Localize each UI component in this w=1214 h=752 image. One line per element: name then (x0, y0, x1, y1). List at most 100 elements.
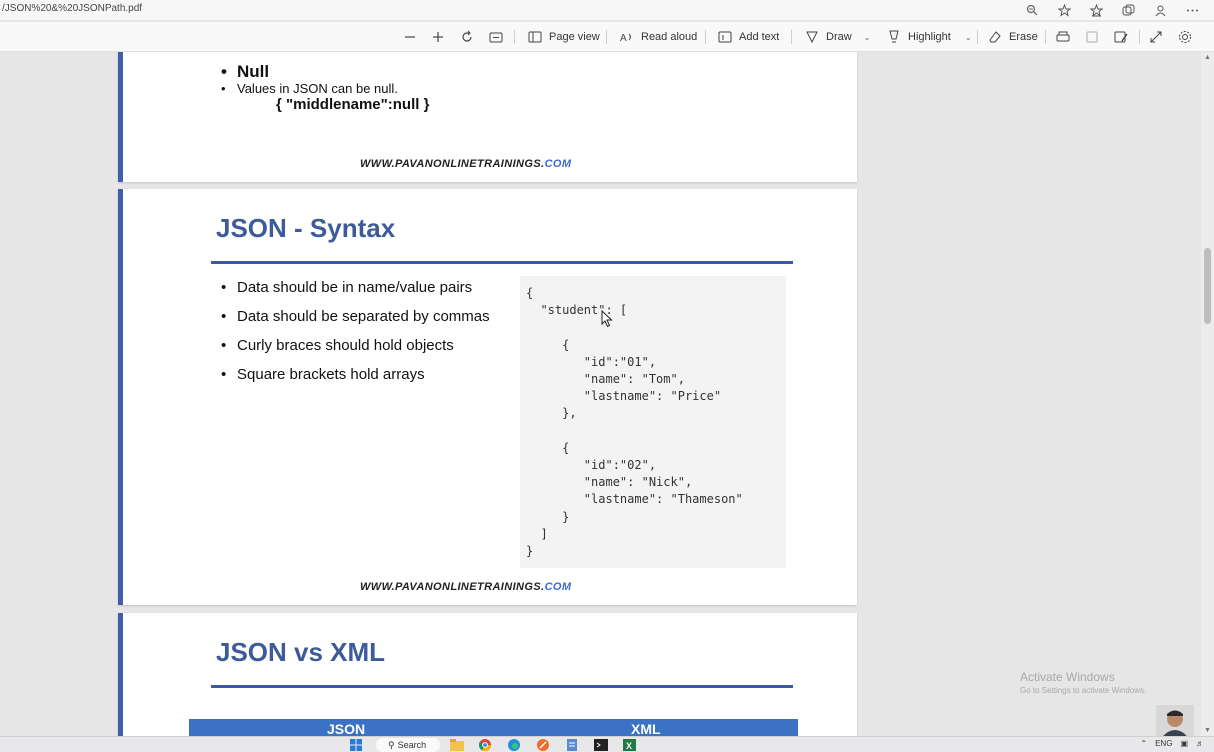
footer-com: COM (544, 581, 572, 593)
page-view-label: Page view (549, 31, 600, 43)
footer-com: COM (544, 158, 572, 170)
divider (977, 30, 978, 44)
scrollbar-thumb[interactable] (1204, 248, 1211, 324)
collections-icon[interactable] (1112, 1, 1144, 19)
expand-icon (1148, 29, 1164, 45)
save-as-icon (1113, 29, 1129, 45)
save-button[interactable] (1084, 22, 1100, 52)
windows-start-icon[interactable] (350, 739, 362, 751)
erase-label: Erase (1009, 31, 1038, 43)
edge-icon[interactable] (508, 739, 520, 751)
volume-icon[interactable]: ♬ (1196, 739, 1204, 748)
list-item: Square brackets hold arrays (221, 366, 425, 383)
minus-icon (402, 29, 418, 45)
chevron-down-icon[interactable]: ⌄ (864, 33, 871, 42)
add-text-label: Add text (739, 31, 780, 43)
slide-title: JSON vs XML (216, 637, 386, 667)
rotate-button[interactable] (459, 22, 475, 52)
gear-icon (1177, 29, 1193, 45)
divider (606, 30, 607, 44)
taskbar-search[interactable]: ⚲ Search (376, 738, 440, 752)
watermark-title: Activate Windows (1020, 670, 1115, 684)
divider (1139, 30, 1140, 44)
scroll-down-icon[interactable]: ▼ (1204, 727, 1211, 734)
fullscreen-button[interactable] (1148, 22, 1164, 52)
pdf-toolbar: Page view A Read aloud Add text Draw ⌄ Hig… (0, 22, 1214, 52)
zoom-icon[interactable] (1016, 1, 1048, 19)
highlight-button[interactable]: Highlight ⌄ (886, 22, 972, 52)
draw-label: Draw (826, 31, 852, 43)
pdf-page: JSON vs XML JSON XML (118, 613, 857, 738)
page-footer: WWW.PAVANONLINETRAININGS.COM (360, 581, 571, 593)
list-item: Data should be separated by commas (221, 308, 490, 325)
slide-title: JSON - Syntax (216, 213, 396, 243)
divider (1045, 30, 1046, 44)
file-explorer-icon[interactable] (450, 739, 464, 751)
save-as-button[interactable] (1113, 22, 1129, 52)
postman-icon[interactable] (537, 739, 549, 751)
language-indicator[interactable]: ENG (1155, 739, 1172, 748)
fit-page-icon (488, 29, 504, 45)
title-rule (211, 261, 793, 264)
watermark-subtitle: Go to Settings to activate Windows. (1020, 686, 1147, 695)
erase-button[interactable]: Erase (987, 22, 1038, 52)
add-text-button[interactable]: Add text (717, 22, 779, 52)
read-aloud-button[interactable]: A Read aloud (619, 22, 697, 52)
address-bar[interactable]: /JSON%20&%20JSONPath.pdf (0, 0, 1214, 20)
chevron-down-icon[interactable]: ⌄ (965, 33, 972, 42)
print-button[interactable] (1055, 22, 1071, 52)
taskbar: ⚲ Search X ⌃ ENG ▣ ♬ (0, 736, 1214, 752)
more-icon[interactable] (1176, 1, 1208, 19)
code-sample: { "student": [ { "id":"01", "name": "Tom… (520, 276, 786, 568)
list-item: Curly braces should hold objects (221, 337, 454, 354)
vertical-scrollbar[interactable]: ▲ ▼ (1201, 52, 1214, 736)
notepad-icon[interactable] (566, 739, 578, 751)
page-footer: WWW.PAVANONLINETRAININGS.COM (360, 158, 571, 170)
profile-icon[interactable] (1144, 1, 1176, 19)
mouse-cursor-icon (601, 310, 613, 328)
search-icon: ⚲ (388, 739, 395, 750)
fit-page-button[interactable] (488, 22, 504, 52)
settings-button[interactable] (1177, 22, 1193, 52)
read-aloud-label: Read aloud (641, 31, 698, 43)
draw-icon (804, 29, 820, 45)
plus-icon (430, 29, 446, 45)
pdf-page: JSON - Syntax Data should be in name/val… (118, 189, 857, 605)
divider (791, 30, 792, 44)
browser-actions (1016, 1, 1208, 19)
scroll-up-icon[interactable]: ▲ (1204, 54, 1211, 61)
url-text[interactable]: /JSON%20&%20JSONPath.pdf (2, 3, 142, 14)
save-icon (1084, 29, 1100, 45)
terminal-icon[interactable] (594, 739, 608, 751)
null-example: { "middlename":null } (276, 96, 430, 113)
divider (514, 30, 515, 44)
chevron-up-icon[interactable]: ⌃ (1140, 739, 1147, 748)
zoom-out-button[interactable] (402, 22, 418, 52)
null-description: Values in JSON can be null. (221, 81, 398, 96)
chrome-icon[interactable] (479, 739, 491, 751)
null-heading: Null (221, 62, 269, 82)
excel-icon[interactable]: X (623, 739, 636, 751)
add-text-icon (717, 29, 733, 45)
svg-text:A: A (620, 33, 627, 44)
read-aloud-icon: A (619, 29, 635, 45)
draw-button[interactable]: Draw ⌄ (804, 22, 870, 52)
table-header-xml: XML (631, 721, 661, 737)
print-icon (1055, 29, 1071, 45)
favorites-icon[interactable] (1080, 1, 1112, 19)
code-text: { "student": [ { "id":"01", "name": "Tom… (526, 286, 743, 559)
divider (705, 30, 706, 44)
eraser-icon (987, 29, 1003, 45)
network-icon[interactable]: ▣ (1180, 739, 1188, 748)
pdf-page: Null Values in JSON can be null. { "midd… (118, 52, 857, 182)
favorite-icon[interactable] (1048, 1, 1080, 19)
system-tray: ⌃ ENG ▣ ♬ (1140, 739, 1204, 748)
table-header-json: JSON (327, 721, 366, 737)
zoom-in-button[interactable] (430, 22, 446, 52)
highlight-label: Highlight (908, 31, 951, 43)
footer-text: WWW.PAVANONLINETRAININGS. (360, 158, 545, 170)
taskbar-search-label: Search (397, 740, 427, 750)
list-item: Data should be in name/value pairs (221, 279, 472, 296)
svg-text:X: X (626, 741, 632, 751)
page-view-button[interactable]: Page view (527, 22, 600, 52)
